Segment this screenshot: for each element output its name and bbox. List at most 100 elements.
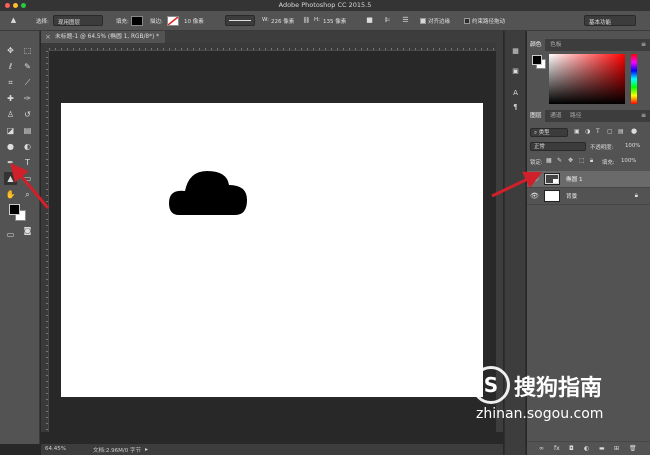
select-dropdown[interactable]: 现用图层	[53, 15, 103, 26]
filter-toggle-icon[interactable]: ●	[631, 127, 637, 135]
horizontal-ruler[interactable]	[49, 43, 496, 51]
filter-adjustment-icon[interactable]: ◑	[585, 128, 590, 135]
history-panel-icon[interactable]: ▦	[509, 45, 522, 57]
lock-all-icon[interactable]: 🔒︎	[590, 157, 593, 165]
layer-row-ellipse[interactable]: 👁︎ 椭圆 1	[527, 171, 650, 188]
layer-row-background[interactable]: 👁︎ 背景 🔒︎	[527, 188, 650, 205]
canvas-pasteboard[interactable]	[50, 52, 496, 432]
visibility-icon[interactable]: 👁︎	[530, 175, 539, 183]
tab-paths[interactable]: 路径	[567, 110, 585, 122]
stroke-line-icon	[229, 20, 251, 21]
layer-filter-dropdown[interactable]: ⌕ 类型	[530, 128, 568, 137]
lasso-tool[interactable]: ℓ	[4, 60, 17, 73]
blur-tool[interactable]: ●	[4, 140, 17, 153]
eraser-tool[interactable]: ◪	[4, 124, 17, 137]
shape-tool[interactable]: ▭	[21, 172, 34, 185]
document-info[interactable]: 文档:2.96M/0 字节	[93, 446, 141, 454]
layer-name: 椭圆 1	[566, 177, 583, 183]
character-panel-icon[interactable]: A	[509, 87, 522, 99]
align-edges-label: 对齐边缘	[428, 19, 451, 25]
sogou-logo: S	[472, 366, 510, 404]
filter-pixel-icon[interactable]: ▣	[574, 128, 580, 135]
color-spectrum[interactable]	[549, 54, 625, 104]
lock-label: 锁定:	[530, 160, 543, 166]
constrain-path-checkbox[interactable]: 约束路径拖动	[464, 17, 505, 25]
zoom-window-button[interactable]	[21, 3, 26, 8]
dodge-tool[interactable]: ◐	[21, 140, 34, 153]
visibility-icon[interactable]: 👁︎	[530, 192, 539, 200]
tab-color[interactable]: 颜色	[527, 39, 545, 51]
minimize-window-button[interactable]	[13, 3, 18, 8]
tab-layers[interactable]: 图层	[527, 110, 545, 122]
vertical-ruler[interactable]	[41, 51, 49, 432]
layers-panel-footer: ∞ fx ◘ ◐ ▬ ⊞ 🗑︎	[527, 441, 650, 455]
lock-artboard-icon[interactable]: ⬚	[579, 157, 585, 164]
stroke-type-dropdown[interactable]	[225, 15, 255, 26]
tab-channels[interactable]: 通道	[547, 110, 565, 122]
zoom-tool[interactable]: ⌕	[21, 188, 34, 201]
healing-tool[interactable]: ✚	[4, 92, 17, 105]
brush-tool[interactable]: ✑	[21, 92, 34, 105]
gradient-tool[interactable]: ▤	[21, 124, 34, 137]
zoom-level[interactable]: 64.45%	[45, 446, 66, 452]
path-arrangement-icon[interactable]: ☰	[400, 15, 411, 26]
history-brush-tool[interactable]: ↺	[21, 108, 34, 121]
marquee-tool[interactable]: ⬚	[21, 44, 34, 57]
delete-layer-icon[interactable]: 🗑︎	[629, 445, 637, 452]
width-value[interactable]: 226 像素	[271, 17, 294, 25]
add-mask-icon[interactable]: ◘	[569, 445, 574, 452]
path-select-icon[interactable]: ▲	[8, 15, 19, 26]
move-tool[interactable]: ✥	[4, 44, 17, 57]
status-menu-icon[interactable]: ▸	[145, 446, 148, 453]
layer-style-icon[interactable]: fx	[554, 445, 560, 452]
link-layers-icon[interactable]: ∞	[539, 445, 544, 452]
document-tab[interactable]: × 未标题-1 @ 64.5% (椭圆 1, RGB/8*) *	[41, 31, 166, 43]
new-layer-icon[interactable]: ⊞	[614, 445, 619, 452]
tab-swatches[interactable]: 色板	[547, 39, 565, 51]
fill-value[interactable]: 100%	[621, 158, 636, 164]
link-icon[interactable]: ⛓	[301, 15, 312, 26]
screen-mode-icon[interactable]: ▭	[4, 228, 17, 241]
paragraph-panel-icon[interactable]: ¶	[509, 101, 522, 113]
filter-shape-icon[interactable]: ▢	[607, 128, 613, 135]
blend-row: 正常 不透明度: 100%	[527, 140, 650, 153]
close-window-button[interactable]	[5, 3, 10, 8]
path-select-tool[interactable]: ▲	[4, 172, 17, 185]
foreground-color-swatch[interactable]	[532, 55, 542, 65]
lock-position-icon[interactable]: ✥	[568, 157, 573, 164]
fill-swatch[interactable]	[131, 16, 143, 26]
hue-slider[interactable]	[631, 54, 637, 104]
blend-mode-dropdown[interactable]: 正常	[530, 142, 586, 151]
toolbox-foreground-swatch[interactable]	[9, 204, 20, 215]
type-tool[interactable]: T	[21, 156, 34, 169]
cloud-shape[interactable]	[169, 169, 249, 219]
quick-mask-icon[interactable]: ◙	[21, 224, 34, 237]
document-canvas[interactable]	[61, 103, 483, 397]
adjustment-layer-icon[interactable]: ◐	[584, 445, 589, 452]
layers-menu-icon[interactable]: ≡	[641, 112, 646, 119]
filter-type-icon[interactable]: T	[596, 128, 600, 135]
eyedropper-tool[interactable]: ⟋	[21, 76, 34, 89]
align-edges-checkbox[interactable]: 对齐边缘	[420, 17, 450, 25]
new-group-icon[interactable]: ▬	[599, 445, 605, 452]
workspace-dropdown[interactable]: 基本功能	[584, 15, 636, 26]
quick-select-tool[interactable]: ✎	[21, 60, 34, 73]
panel-menu-icon[interactable]: ≡	[641, 41, 646, 48]
path-alignment-icon[interactable]: ⊫	[382, 15, 393, 26]
height-value[interactable]: 135 像素	[323, 17, 346, 25]
close-icon[interactable]: ×	[45, 31, 51, 43]
crop-tool[interactable]: ⌗	[4, 76, 17, 89]
pen-tool[interactable]: ✒	[4, 156, 17, 169]
stroke-swatch[interactable]	[167, 16, 179, 26]
status-bar: 64.45% 文档:2.96M/0 字节 ▸	[41, 444, 503, 455]
lock-transparency-icon[interactable]: ▦	[546, 157, 552, 164]
lock-pixels-icon[interactable]: ✎	[557, 157, 562, 164]
filter-smart-object-icon[interactable]: ▤	[618, 128, 624, 135]
opacity-value[interactable]: 100%	[625, 143, 640, 149]
hand-tool[interactable]: ✋	[4, 188, 17, 201]
clone-stamp-tool[interactable]: ♙	[4, 108, 17, 121]
ruler-origin[interactable]	[41, 43, 49, 51]
path-operations-icon[interactable]: ■	[364, 15, 375, 26]
stroke-size[interactable]: 10 像素	[184, 17, 204, 25]
properties-panel-icon[interactable]: ▣	[509, 65, 522, 77]
